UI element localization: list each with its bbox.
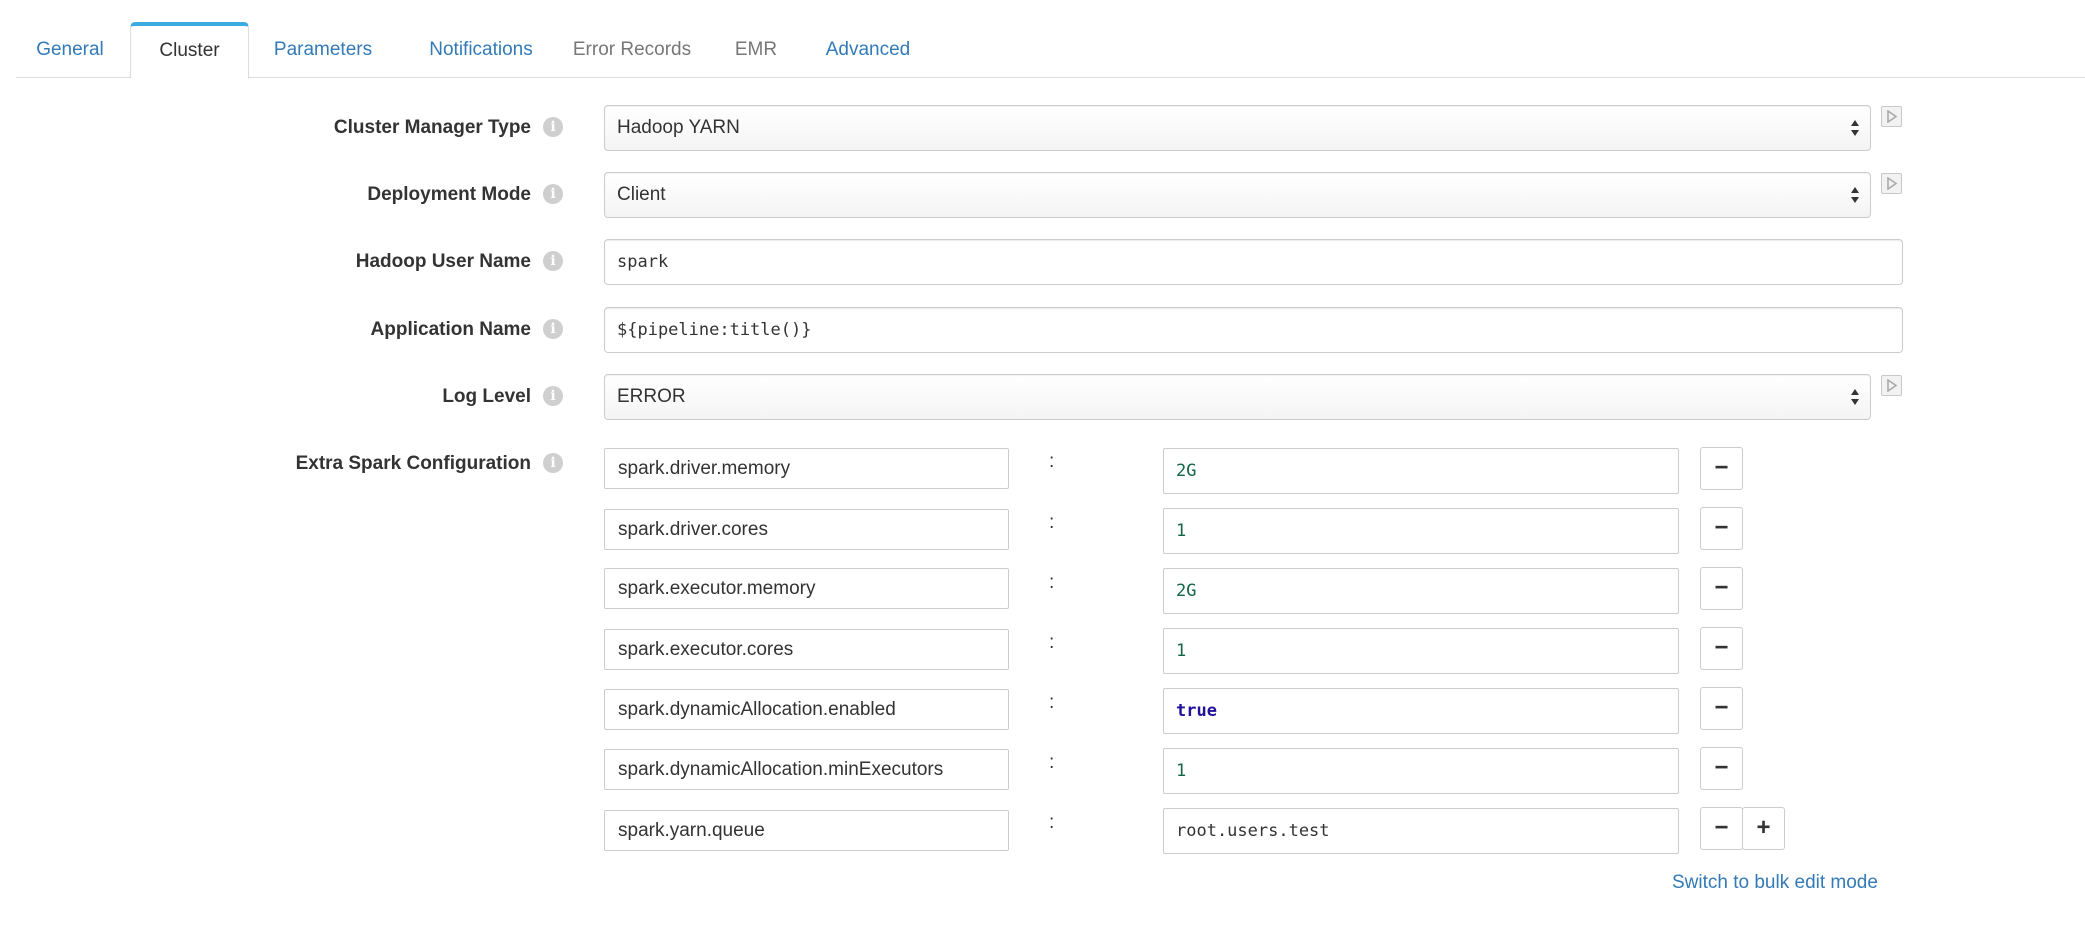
tab-general[interactable]: General [16, 22, 124, 78]
bulk-edit-link[interactable]: Switch to bulk edit mode [1672, 872, 1878, 894]
tab-cluster[interactable]: Cluster [130, 22, 249, 79]
config-key-input[interactable]: spark.driver.cores [604, 509, 1009, 550]
config-key-input[interactable]: spark.executor.memory [604, 568, 1009, 609]
config-key-input[interactable]: spark.dynamicAllocation.minExecutors [604, 749, 1009, 790]
key-value-separator: : [1049, 632, 1055, 653]
key-value-separator: : [1049, 812, 1055, 833]
select-value: Hadoop YARN [617, 117, 740, 138]
application-name-label: Application Name [370, 319, 531, 340]
log-level-label: Log Level [442, 386, 531, 407]
config-key-input[interactable]: spark.dynamicAllocation.enabled [604, 689, 1009, 730]
config-value-input[interactable]: 2G [1163, 448, 1679, 494]
config-key-input[interactable]: spark.driver.memory [604, 448, 1009, 489]
remove-row-button[interactable]: − [1700, 627, 1743, 670]
remove-row-button[interactable]: − [1700, 567, 1743, 610]
info-circle-icon[interactable]: i [543, 251, 563, 271]
tab-error-records[interactable]: Error Records [552, 22, 712, 78]
key-value-separator: : [1049, 752, 1055, 773]
config-value-input[interactable]: true [1163, 688, 1679, 734]
deployment-mode-select[interactable]: Client [604, 172, 1871, 218]
config-value-input[interactable]: 1 [1163, 508, 1679, 554]
tab-advanced[interactable]: Advanced [806, 22, 930, 78]
deployment-mode-label: Deployment Mode [367, 184, 531, 205]
play-icon[interactable] [1881, 106, 1902, 127]
remove-row-button[interactable]: − [1700, 687, 1743, 730]
play-icon[interactable] [1881, 173, 1902, 194]
key-value-separator: : [1049, 512, 1055, 533]
key-value-separator: : [1049, 451, 1055, 472]
tab-emr[interactable]: EMR [716, 22, 796, 78]
tab-parameters[interactable]: Parameters [255, 22, 391, 78]
cluster-manager-type-select[interactable]: Hadoop YARN [604, 105, 1871, 151]
remove-row-button[interactable]: − [1700, 807, 1743, 850]
key-value-separator: : [1049, 572, 1055, 593]
remove-row-button[interactable]: − [1700, 747, 1743, 790]
config-value-input[interactable]: root.users.test [1163, 808, 1679, 854]
info-circle-icon[interactable]: i [543, 117, 563, 137]
config-key-input[interactable]: spark.executor.cores [604, 629, 1009, 670]
config-value-input[interactable]: 2G [1163, 568, 1679, 614]
config-value-input[interactable]: 1 [1163, 628, 1679, 674]
cluster-manager-type-label: Cluster Manager Type [333, 117, 531, 138]
tab-notifications[interactable]: Notifications [401, 22, 561, 78]
log-level-select[interactable]: ERROR [604, 374, 1871, 420]
info-circle-icon[interactable]: i [543, 453, 563, 473]
add-row-button[interactable]: + [1742, 807, 1785, 850]
info-circle-icon[interactable]: i [543, 319, 563, 339]
remove-row-button[interactable]: − [1700, 447, 1743, 490]
config-key-input[interactable]: spark.yarn.queue [604, 810, 1009, 851]
select-value: Client [617, 184, 666, 205]
hadoop-user-name-input[interactable]: spark [604, 239, 1903, 285]
config-value-input[interactable]: 1 [1163, 748, 1679, 794]
tab-bar: General Cluster Parameters Notifications… [16, 22, 2085, 79]
sort-arrows-icon [1851, 389, 1859, 405]
sort-arrows-icon [1851, 187, 1859, 203]
play-icon[interactable] [1881, 375, 1902, 396]
hadoop-user-name-label: Hadoop User Name [355, 251, 531, 272]
extra-spark-config-label: Extra Spark Configuration [295, 453, 531, 474]
sort-arrows-icon [1851, 120, 1859, 136]
info-circle-icon[interactable]: i [543, 184, 563, 204]
remove-row-button[interactable]: − [1700, 507, 1743, 550]
application-name-input[interactable]: ${pipeline:title()} [604, 307, 1903, 353]
select-value: ERROR [617, 386, 686, 407]
key-value-separator: : [1049, 692, 1055, 713]
info-circle-icon[interactable]: i [543, 386, 563, 406]
